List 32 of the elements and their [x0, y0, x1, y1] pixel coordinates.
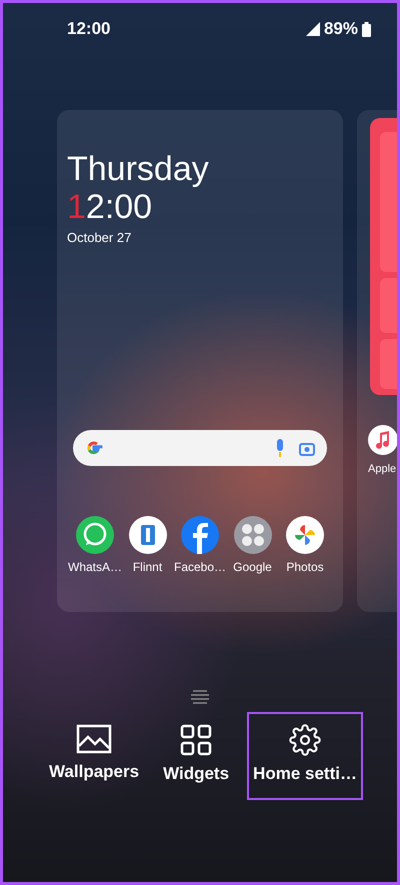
search-bar[interactable] — [73, 430, 327, 466]
clock-day: Thursday — [67, 150, 333, 188]
chat-bubble-icon — [76, 516, 114, 554]
image-icon — [76, 724, 112, 754]
menu-button[interactable]: Home setti… — [247, 712, 363, 800]
signal-icon — [306, 22, 320, 36]
battery-icon — [362, 22, 371, 36]
battery-percentage: 89% — [324, 19, 358, 39]
app-label[interactable]: Facebo… — [174, 560, 226, 574]
book-icon — [128, 516, 166, 554]
grid-icon — [180, 724, 212, 756]
clock-time: 12:00 — [67, 188, 154, 226]
app-label[interactable]: Flinnt — [132, 560, 162, 574]
app-label[interactable]: Photos — [286, 560, 324, 574]
clock-date: October 27 — [67, 230, 132, 245]
app-label[interactable]: Google — [233, 560, 272, 574]
music-note-icon — [368, 425, 397, 455]
pinwheel-icon — [286, 516, 324, 554]
app-label[interactable]: WhatsA… — [68, 560, 122, 574]
app-label[interactable]: Apple — [368, 463, 396, 475]
g-logo-icon — [85, 439, 103, 457]
settings-icon — [289, 724, 321, 756]
home-page-preview[interactable]: Thursday 12:00 October 27 WhatsA… Flinnt Facebo… Google Photos — [57, 110, 343, 612]
letter-f-icon — [181, 516, 219, 554]
drag-handle-icon[interactable] — [191, 690, 209, 704]
microphone-icon[interactable] — [275, 439, 285, 457]
menu-button[interactable]: Widgets — [157, 712, 236, 800]
side-page-preview[interactable]: Apple — [357, 110, 397, 612]
status-time: 12:00 — [67, 19, 110, 39]
menu-button[interactable]: Wallpapers — [43, 712, 146, 800]
camera-icon[interactable] — [299, 440, 315, 456]
app-folder-icon — [234, 516, 272, 554]
